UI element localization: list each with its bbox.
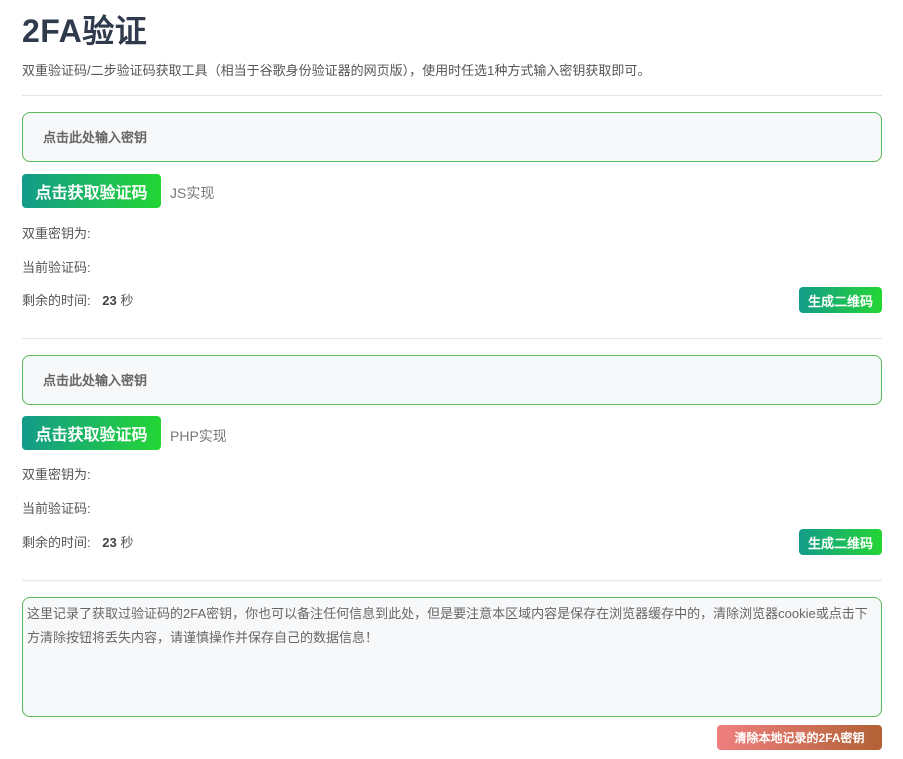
page-subtitle: 双重验证码/二步验证码获取工具（相当于谷歌身份验证器的网页版），使用时任选1种方… xyxy=(22,63,651,78)
get-code-button-js[interactable]: 点击获取验证码 xyxy=(22,174,161,208)
time-value-php: 23 xyxy=(102,535,117,550)
impl-label-php: PHP实现 xyxy=(170,428,227,444)
divider-mid xyxy=(22,338,882,339)
secret-key-input-js[interactable] xyxy=(22,112,882,162)
time-unit-js: 秒 xyxy=(120,293,134,308)
divider-bottom xyxy=(22,580,882,581)
secret-key-input-php[interactable] xyxy=(22,355,882,405)
qr-button-php[interactable]: 生成二维码 xyxy=(799,529,882,555)
impl-label-js: JS实现 xyxy=(170,185,215,201)
secret-label-js: 双重密钥为: xyxy=(22,226,91,241)
qr-button-js[interactable]: 生成二维码 xyxy=(799,287,882,313)
time-row-js: 剩余的时间: 23 秒 xyxy=(22,290,133,309)
code-label-php: 当前验证码: xyxy=(22,501,91,516)
notes-textarea[interactable]: 这里记录了获取过验证码的2FA密钥，你也可以备注任何信息到此处，但是要注意本区域… xyxy=(22,597,882,717)
secret-label-php: 双重密钥为: xyxy=(22,467,91,482)
time-row-php: 剩余的时间: 23 秒 xyxy=(22,532,133,551)
page-title: 2FA验证 xyxy=(22,13,148,49)
code-label-js: 当前验证码: xyxy=(22,260,91,275)
time-label-js: 剩余的时间: xyxy=(22,293,91,308)
divider-top xyxy=(22,95,882,96)
time-value-js: 23 xyxy=(102,293,117,308)
get-code-button-php[interactable]: 点击获取验证码 xyxy=(22,416,161,450)
time-unit-php: 秒 xyxy=(120,535,134,550)
time-label-php: 剩余的时间: xyxy=(22,535,91,550)
clear-local-keys-button[interactable]: 清除本地记录的2FA密钥 xyxy=(717,725,882,750)
